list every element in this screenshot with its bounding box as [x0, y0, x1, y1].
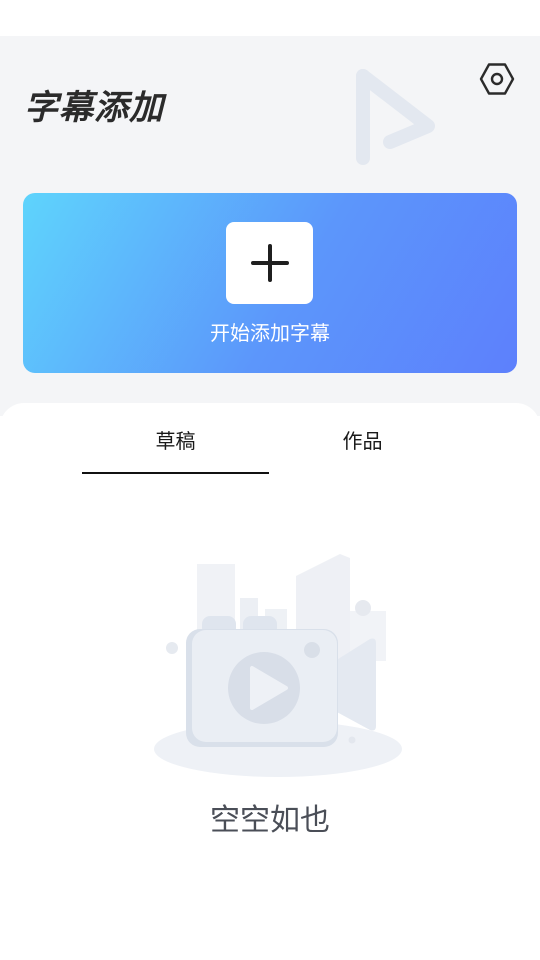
app-title: 字幕添加: [24, 88, 164, 128]
content-panel: 草稿 作品 空空如也: [0, 403, 540, 960]
plus-icon: [250, 244, 289, 282]
active-tab-indicator: [82, 472, 269, 474]
status-bar: [0, 0, 540, 36]
tab-works[interactable]: 作品: [269, 425, 456, 454]
header: 字幕添加 开始添加字幕: [0, 36, 540, 416]
banner-label: 开始添加字幕: [210, 321, 330, 345]
video-camera-illustration: [154, 554, 402, 777]
hexagon-settings-icon: [479, 63, 515, 95]
start-add-subtitle-banner[interactable]: 开始添加字幕: [23, 193, 517, 373]
play-logo-icon: [356, 69, 435, 165]
tab-drafts[interactable]: 草稿: [82, 425, 269, 454]
add-button[interactable]: [226, 222, 313, 304]
settings-button[interactable]: [476, 58, 518, 100]
empty-state-text: 空空如也: [210, 803, 330, 838]
